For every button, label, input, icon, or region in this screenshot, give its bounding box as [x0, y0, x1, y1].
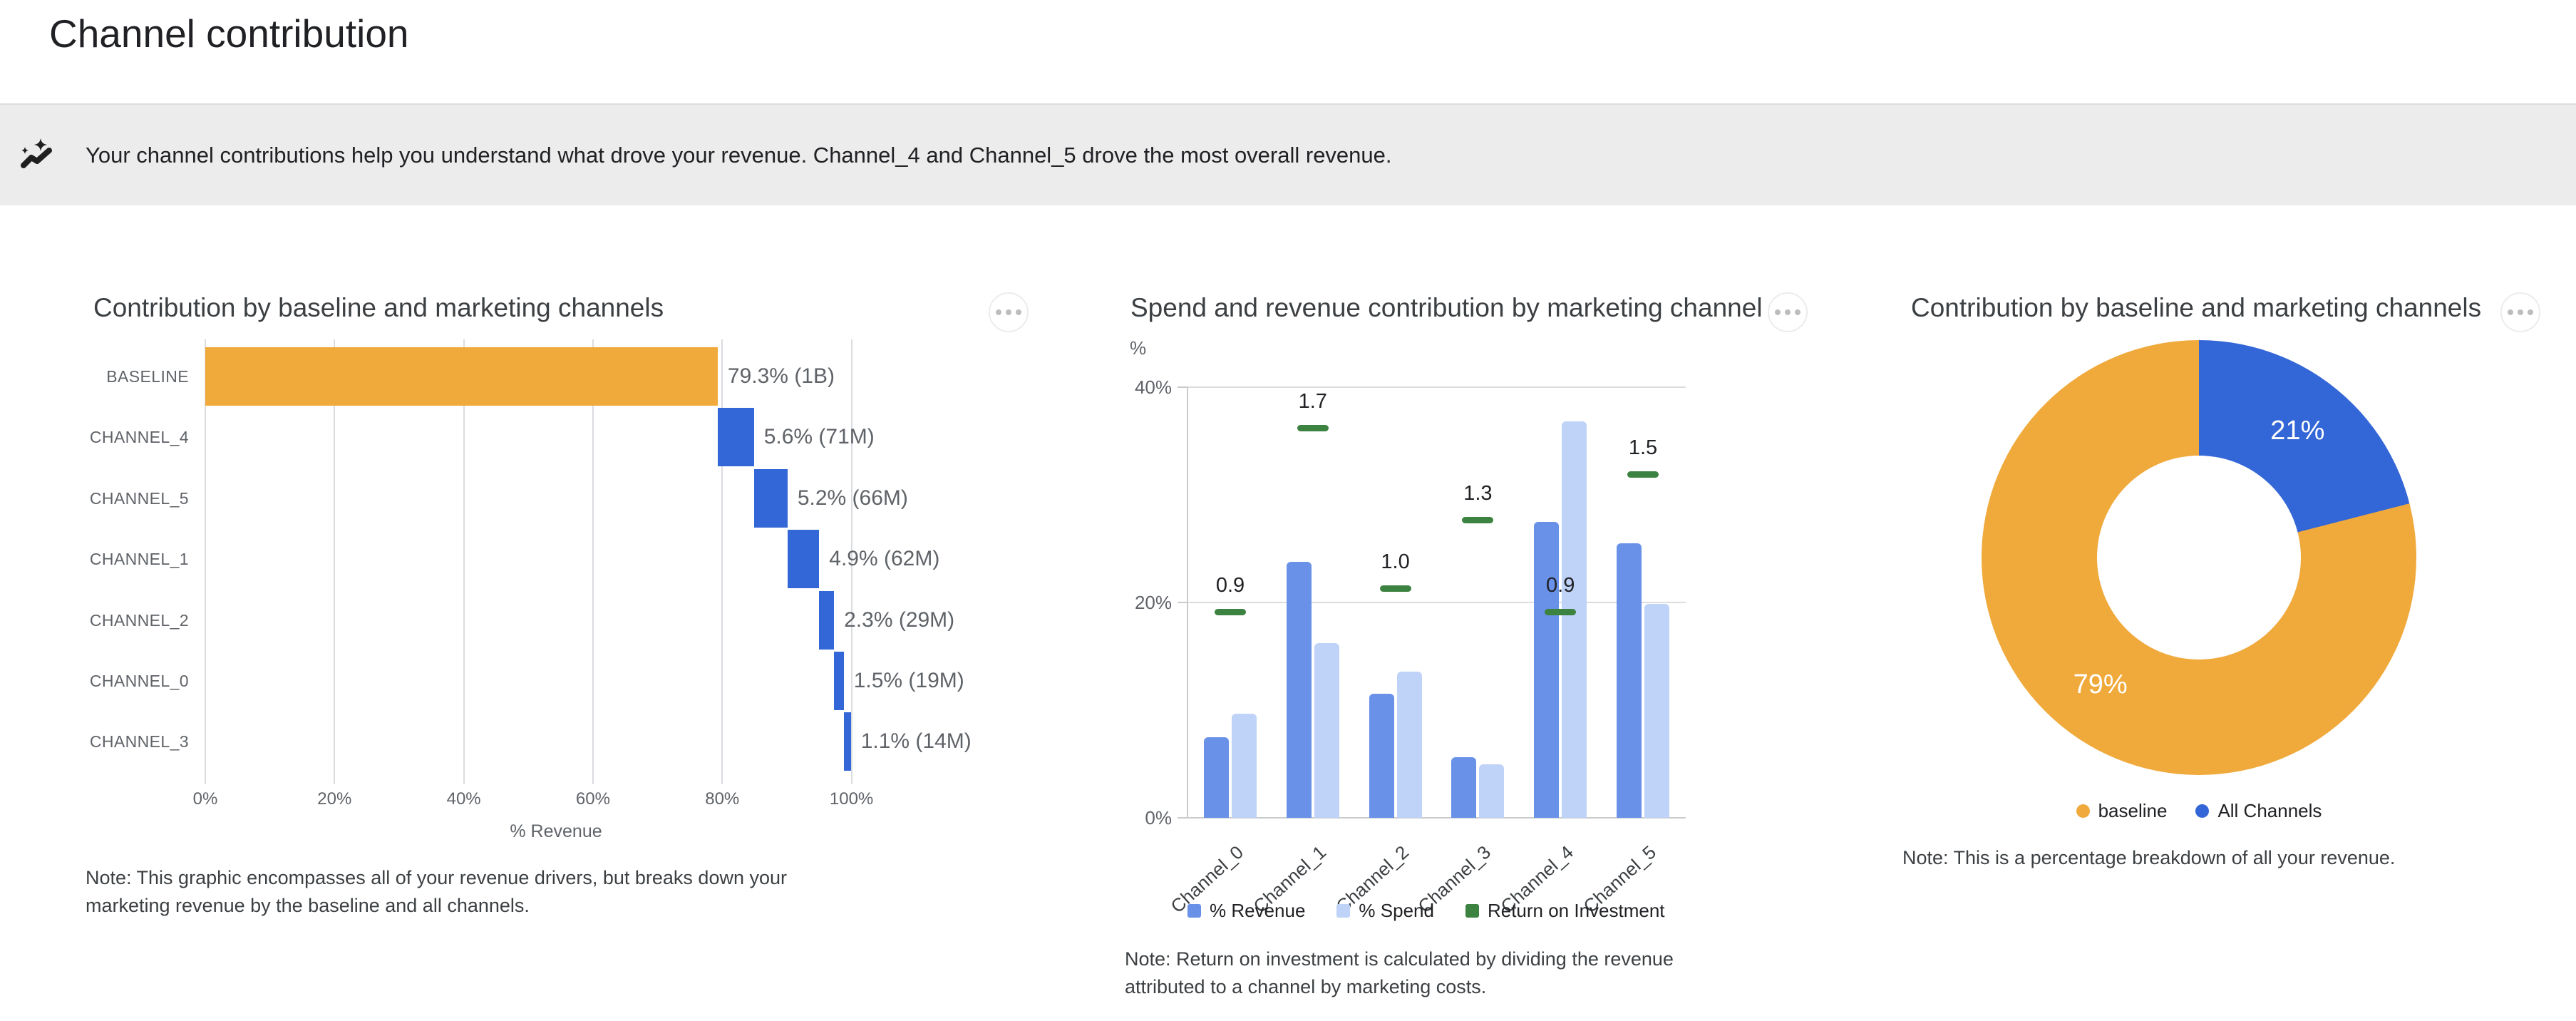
waterfall-x-axis-title: % Revenue [449, 820, 663, 843]
donut-note: Note: This is a percentage breakdown of … [1902, 844, 2544, 872]
legend-item: baseline [2076, 800, 2168, 821]
donut-slice-label: 21% [2270, 415, 2324, 446]
waterfall-note: Note: This graphic encompasses all of yo… [86, 864, 798, 920]
legend-label: % Revenue [1210, 900, 1305, 921]
legend-swatch [1465, 904, 1479, 918]
donut-slice-label: 79% [2073, 669, 2128, 700]
legend-swatch [2195, 804, 2209, 818]
channel-contribution-page: Channel contribution Your channel contri… [0, 0, 2576, 1021]
donut-hole [2097, 456, 2301, 660]
legend-label: baseline [2098, 800, 2168, 821]
grouped-note: Note: Return on investment is calculated… [1125, 945, 1752, 1001]
legend-item: Return on Investment [1465, 900, 1665, 921]
legend-item: % Revenue [1187, 900, 1305, 921]
legend-item: % Spend [1336, 900, 1434, 921]
grouped-chart-legend: % Revenue % Spend Return on Investment [1187, 900, 1665, 921]
legend-swatch [1187, 904, 1201, 918]
grouped-y-unit-label: % [1130, 337, 1146, 359]
legend-swatch [2076, 804, 2090, 818]
legend-label: All Channels [2217, 800, 2322, 821]
legend-label: Return on Investment [1488, 900, 1665, 921]
legend-item: All Channels [2195, 800, 2322, 821]
legend-swatch [1336, 904, 1350, 918]
legend-label: % Spend [1359, 900, 1434, 921]
donut-chart-legend: baseline All Channels [1985, 800, 2413, 821]
